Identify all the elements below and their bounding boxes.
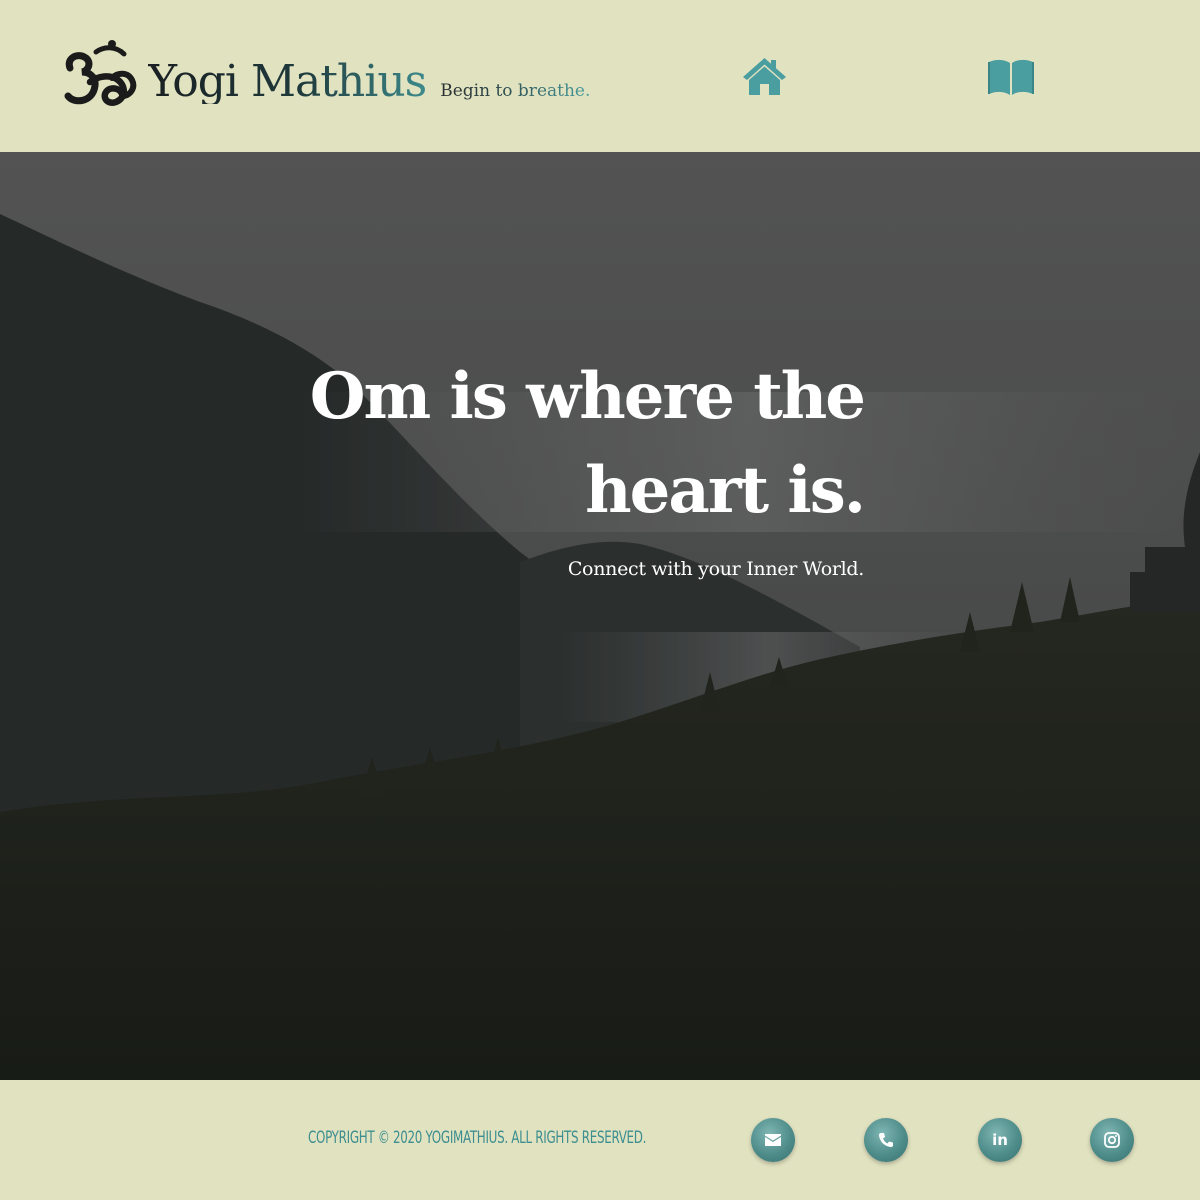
site-header: Yogi Mathius Begin to breathe.: [0, 0, 1200, 152]
om-symbol-icon: [64, 40, 137, 106]
home-icon: [743, 58, 786, 95]
linkedin-button[interactable]: in: [978, 1118, 1022, 1162]
site-footer: COPYRIGHT © 2020 YOGIMATHIUS. ALL RIGHTS…: [0, 1080, 1200, 1200]
hero-title: Om is where the heart is.: [300, 350, 866, 538]
hero-title-line-2: heart is.: [585, 453, 866, 528]
phone-icon: [879, 1133, 893, 1147]
email-button[interactable]: [751, 1118, 795, 1162]
brand-name: Yogi Mathius: [148, 56, 427, 107]
nav-book-link[interactable]: [988, 58, 1034, 96]
brand-tagline: Begin to breathe.: [440, 81, 591, 101]
envelope-icon: [765, 1134, 781, 1146]
hero-section: Om is where the heart is. Connect with y…: [0, 152, 1200, 1080]
phone-button[interactable]: [864, 1118, 908, 1162]
hero-background-image: [0, 152, 1200, 1080]
linkedin-icon: in: [992, 1131, 1008, 1149]
instagram-button[interactable]: [1090, 1118, 1134, 1162]
book-icon: [988, 59, 1034, 95]
hero-subtitle: Connect with your Inner World.: [567, 558, 864, 580]
nav-home-link[interactable]: [741, 56, 788, 96]
instagram-icon: [1104, 1132, 1120, 1148]
brand-logo-link[interactable]: Yogi Mathius Begin to breathe.: [60, 38, 590, 114]
hero-title-line-1: Om is where the: [309, 359, 866, 434]
copyright-text: COPYRIGHT © 2020 YOGIMATHIUS. ALL RIGHTS…: [308, 1128, 647, 1148]
